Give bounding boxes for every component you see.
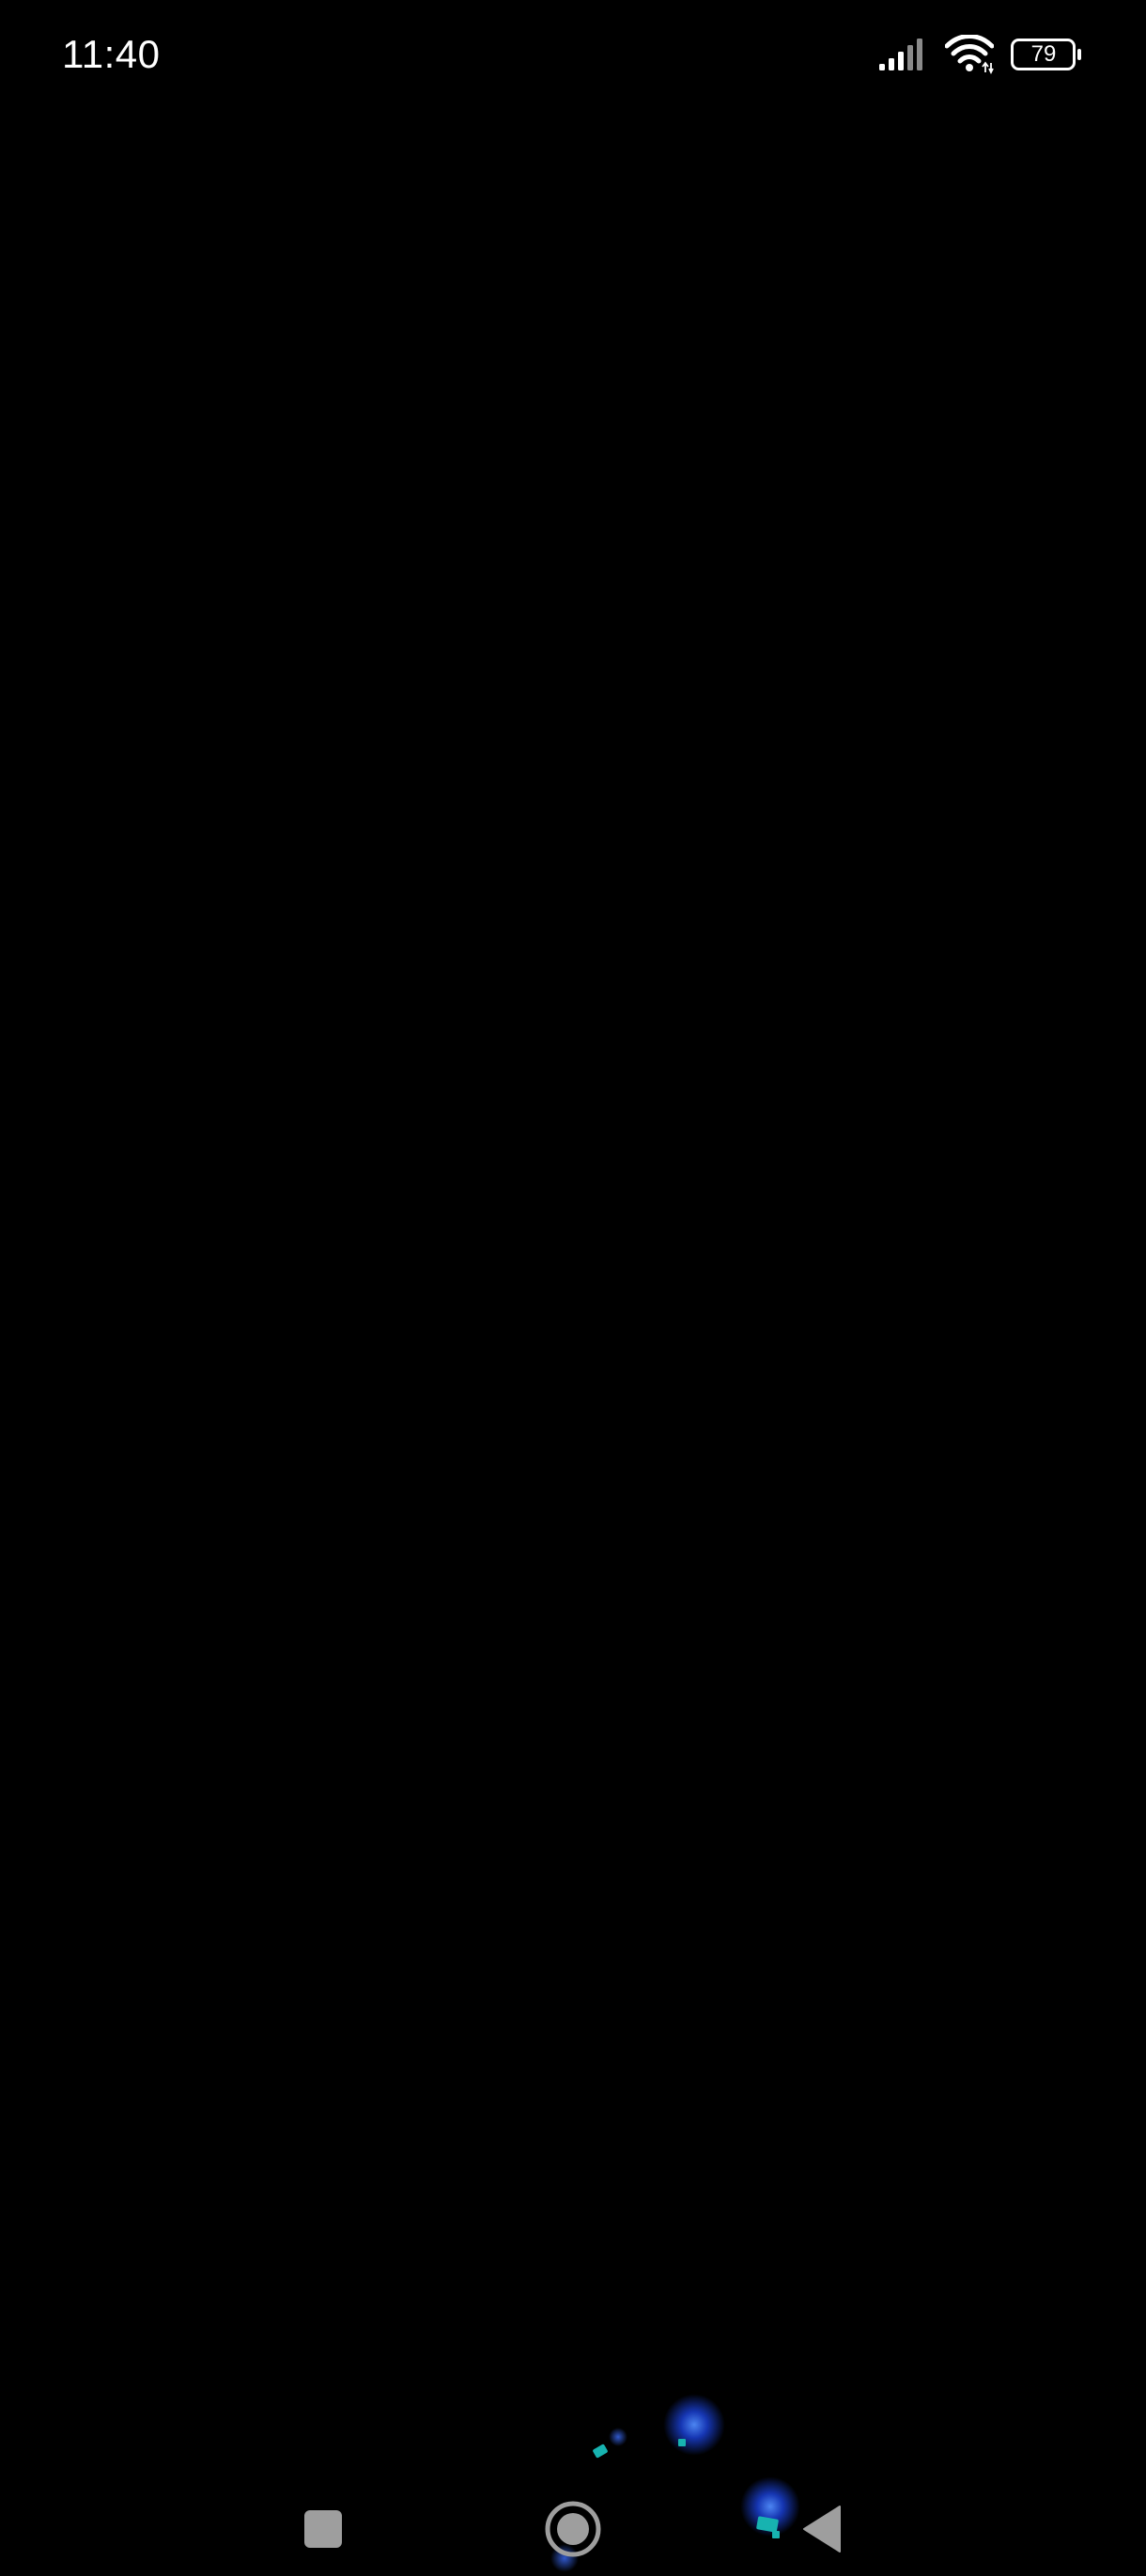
wifi-icon	[945, 35, 994, 74]
status-icons: 79	[879, 32, 1082, 77]
back-button[interactable]	[774, 2482, 868, 2576]
back-icon	[803, 2506, 841, 2553]
recents-button[interactable]	[276, 2482, 370, 2576]
blank-screen	[0, 109, 1146, 2572]
recents-icon	[304, 2510, 342, 2548]
battery-icon: 79	[1011, 39, 1082, 70]
battery-level: 79	[1030, 41, 1057, 67]
home-icon	[545, 2501, 601, 2557]
navigation-bar	[0, 2405, 1146, 2557]
status-bar: 11:40 79	[0, 0, 1146, 109]
home-button[interactable]	[526, 2482, 620, 2576]
signal-icon	[879, 39, 922, 70]
status-time: 11:40	[62, 32, 161, 76]
